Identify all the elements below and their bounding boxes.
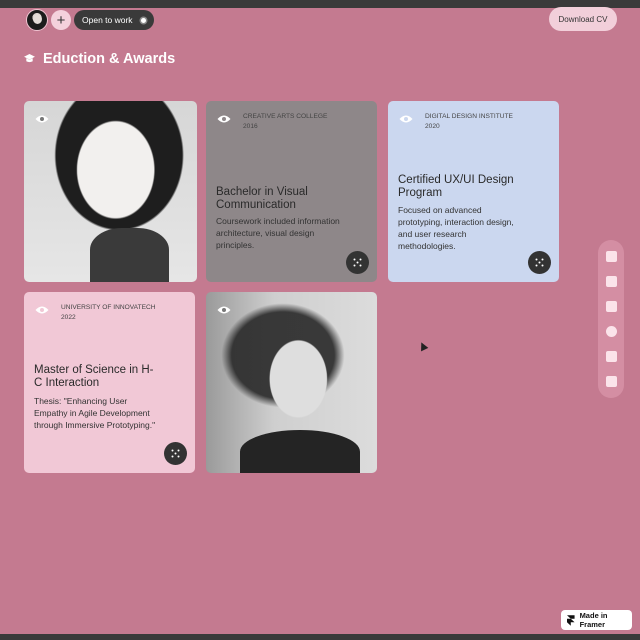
avatar[interactable] — [26, 9, 48, 31]
photo-card-motion-portrait — [206, 292, 377, 473]
chat-icon[interactable] — [605, 351, 617, 362]
education-card-bachelor[interactable]: CREATIVE ARTS COLLEGE 2016 Bachelor in V… — [206, 101, 377, 282]
section-title: Eduction & Awards — [43, 51, 176, 67]
photo-card-portrait — [24, 101, 197, 282]
eye-icon[interactable] — [35, 114, 49, 124]
card-title: Certified UX/UI Design Program — [398, 174, 514, 199]
browser-top-strip — [0, 0, 640, 8]
institution: UNIVERSITY OF INNOVATECH — [61, 304, 156, 311]
eye-icon[interactable] — [217, 114, 231, 124]
palette-icon[interactable] — [605, 251, 617, 262]
side-toolbar — [598, 240, 624, 398]
card-title: Master of Science in H-C Interaction — [34, 364, 154, 389]
card-title: Bachelor in Visual Communication — [216, 186, 308, 211]
education-card-certified[interactable]: DIGITAL DESIGN INSTITUTE 2020 Certified … — [388, 101, 559, 282]
education-card-master[interactable]: UNIVERSITY OF INNOVATECH 2022 Master of … — [24, 292, 195, 473]
card-description: Thesis: "Enhancing User Empathy in Agile… — [34, 396, 156, 430]
year: 2016 — [243, 122, 258, 130]
graduation-cap-icon — [24, 54, 35, 63]
expand-button[interactable] — [346, 251, 369, 274]
layers-icon[interactable] — [605, 326, 617, 337]
year: 2022 — [61, 313, 76, 321]
institution: CREATIVE ARTS COLLEGE — [243, 113, 328, 120]
card-description: Coursework included information architec… — [216, 216, 340, 250]
expand-icon — [535, 258, 544, 267]
browser-bottom-strip — [0, 634, 640, 640]
badge-label: Made in Framer — [579, 611, 608, 629]
card-meta: DIGITAL DESIGN INSTITUTE 2020 — [425, 112, 513, 131]
ai-icon[interactable] — [605, 301, 617, 312]
card-meta: CREATIVE ARTS COLLEGE 2016 — [243, 112, 327, 131]
expand-icon — [171, 449, 180, 458]
mouse-cursor-icon — [417, 340, 429, 352]
institution: DIGITAL DESIGN INSTITUTE — [425, 113, 513, 120]
copy-icon[interactable] — [605, 276, 617, 287]
eye-icon[interactable] — [35, 305, 49, 315]
eye-icon[interactable] — [399, 114, 413, 124]
expand-icon — [353, 258, 362, 267]
made-in-framer-badge[interactable]: Made in Framer — [561, 610, 632, 630]
expand-button[interactable] — [164, 442, 187, 465]
mail-icon[interactable] — [605, 376, 617, 387]
year: 2020 — [425, 122, 440, 130]
status-badge[interactable]: Open to work — [74, 10, 154, 30]
eye-icon[interactable] — [217, 305, 231, 315]
card-meta: UNIVERSITY OF INNOVATECH 2022 — [61, 303, 156, 322]
profile-bar: + Open to work — [26, 9, 154, 31]
status-label: Open to work — [82, 15, 133, 25]
plus-icon: + — [56, 11, 66, 29]
card-description: Focused on advanced prototyping, interac… — [398, 205, 514, 251]
download-cv-button[interactable]: Download CV — [549, 7, 617, 31]
add-button[interactable]: + — [51, 10, 71, 30]
expand-button[interactable] — [528, 251, 551, 274]
framer-logo-icon — [567, 614, 575, 626]
status-dot-icon — [140, 17, 146, 23]
section-header: Eduction & Awards — [24, 51, 175, 67]
